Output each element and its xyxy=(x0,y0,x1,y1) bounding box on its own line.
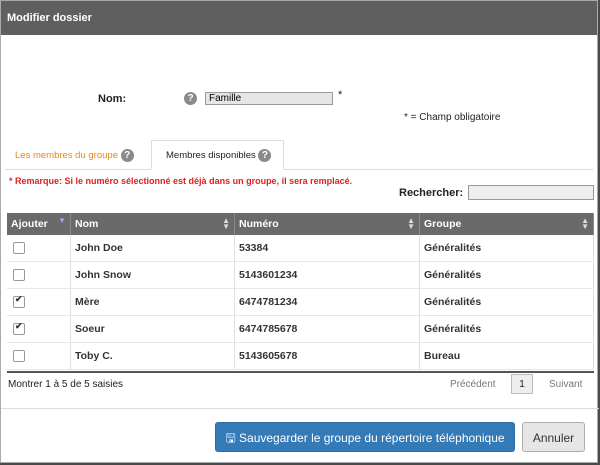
save-group-button[interactable]: 🖫 Sauvegarder le groupe du répertoire té… xyxy=(215,422,515,452)
edit-folder-dialog: Modifier dossier Nom: ? * * = Champ obli… xyxy=(0,0,599,463)
add-checkbox-cell xyxy=(7,288,71,316)
add-checkbox-cell xyxy=(7,342,71,370)
add-checkbox[interactable] xyxy=(13,269,25,282)
column-header-add[interactable]: Ajouter ▼ xyxy=(7,213,71,235)
add-checkbox[interactable] xyxy=(13,242,25,255)
group-cell: Bureau xyxy=(419,342,594,370)
sort-icon: ▼ xyxy=(58,216,66,225)
pagination-info: Montrer 1 à 5 de 5 saisies xyxy=(8,379,124,390)
column-header-name[interactable]: Nom ▲ ▼ xyxy=(70,213,235,235)
number-cell: 5143601234 xyxy=(234,261,420,289)
column-header-number[interactable]: Numéro ▲ ▼ xyxy=(234,213,420,235)
sort-icon: ▲ ▼ xyxy=(407,216,415,231)
group-cell: Généralités xyxy=(419,288,594,316)
tab-available-members[interactable]: Membres disponibles ? xyxy=(151,140,284,170)
add-checkbox-cell xyxy=(7,261,71,289)
dialog-title: Modifier dossier xyxy=(1,1,597,35)
help-icon[interactable]: ? xyxy=(258,148,272,162)
add-checkbox[interactable] xyxy=(13,294,25,309)
sort-icon: ▲ ▼ xyxy=(222,216,230,231)
number-cell: 5143605678 xyxy=(234,342,420,370)
remark-text: * Remarque: Si le numéro sélectionné est… xyxy=(9,176,353,186)
table-row[interactable]: Toby C. 5143605678 Bureau xyxy=(7,342,594,370)
group-cell: Généralités xyxy=(419,235,594,262)
footer-divider xyxy=(1,408,599,409)
table-row[interactable]: John Snow 5143601234 Généralités xyxy=(7,261,594,289)
column-header-label: Nom xyxy=(75,218,99,230)
help-icon[interactable]: ? xyxy=(120,149,134,162)
current-page-button[interactable]: 1 xyxy=(511,374,533,394)
table-row[interactable]: Mère6474781234Généralités xyxy=(7,288,594,316)
group-cell: Généralités xyxy=(419,315,594,343)
column-header-label: Groupe xyxy=(424,218,462,230)
column-header-group[interactable]: Groupe ▲ ▼ xyxy=(419,213,594,235)
members-table: Ajouter ▼ Nom ▲ ▼ Numéro ▲ ▼ Groupe ▲ ▼ Joh… xyxy=(7,213,594,370)
required-star: * xyxy=(338,89,343,101)
search-label: Rechercher: xyxy=(399,187,464,199)
column-header-label: Ajouter xyxy=(11,218,48,230)
number-cell: 6474781234 xyxy=(234,288,420,316)
table-footer-divider xyxy=(7,371,594,373)
number-cell: 53384 xyxy=(234,235,420,262)
column-header-label: Numéro xyxy=(239,218,279,230)
tab-available-members-label: Membres disponibles xyxy=(166,150,256,161)
add-checkbox-cell xyxy=(7,235,71,262)
table-row[interactable]: John Doe 53384 Généralités xyxy=(7,235,594,262)
name-cell: John Snow xyxy=(70,261,235,289)
number-cell: 6474785678 xyxy=(234,315,420,343)
table-row[interactable]: Soeur6474785678Généralités xyxy=(7,315,594,343)
name-cell: Toby C. xyxy=(70,342,235,370)
previous-page-button[interactable]: Précédent xyxy=(450,379,496,390)
tab-group-members-label: Les membres du groupe xyxy=(15,150,118,162)
add-checkbox[interactable] xyxy=(13,350,25,363)
tab-group-members[interactable]: Les membres du groupe ? xyxy=(15,149,134,162)
name-cell: Soeur xyxy=(70,315,235,343)
search-input[interactable] xyxy=(468,185,594,200)
add-checkbox[interactable] xyxy=(13,321,25,336)
name-cell: John Doe xyxy=(70,235,235,262)
group-cell: Généralités xyxy=(419,261,594,289)
name-cell: Mère xyxy=(70,288,235,316)
name-label: Nom: xyxy=(98,93,127,105)
add-checkbox-cell xyxy=(7,315,71,343)
tabs-divider xyxy=(5,169,593,170)
required-note: * = Champ obligatoire xyxy=(404,112,501,123)
cancel-button[interactable]: Annuler xyxy=(522,422,585,452)
next-page-button[interactable]: Suivant xyxy=(549,379,582,390)
save-icon: 🖫 xyxy=(225,431,240,445)
sort-icon: ▲ ▼ xyxy=(581,216,589,231)
name-input[interactable] xyxy=(205,92,333,105)
save-button-label: Sauvegarder le groupe du répertoire télé… xyxy=(239,431,505,445)
help-icon[interactable]: ? xyxy=(184,92,197,105)
